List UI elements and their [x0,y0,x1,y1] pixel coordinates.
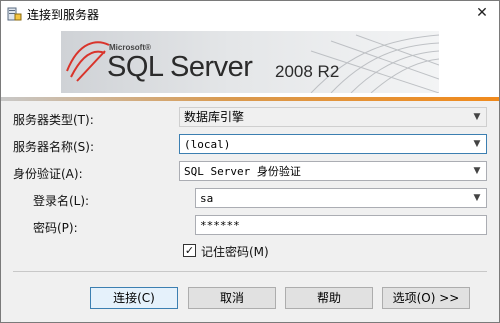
chevron-down-icon: ▼ [473,193,481,203]
chevron-down-icon: ▼ [473,112,481,122]
connect-dialog: 连接到服务器 ✕ Microsoft® SQL Server 2008 R2 服… [0,0,500,323]
product-banner: Microsoft® SQL Server 2008 R2 [1,27,499,97]
banner-accent-strip [1,97,499,101]
login-label: 登录名(L): [33,194,90,208]
window-title: 连接到服务器 [27,8,100,22]
title-bar: 连接到服务器 ✕ [1,1,499,27]
cancel-button[interactable]: 取消 [188,287,276,309]
divider [13,271,487,272]
server-type-label: 服务器类型(T): [13,113,94,127]
server-name-label: 服务器名称(S): [13,140,95,154]
auth-value: SQL Server 身份验证 [184,165,301,178]
help-button[interactable]: 帮助 [285,287,373,309]
login-value: sa [200,192,214,205]
server-name-combo[interactable]: (local) ▼ [179,134,487,154]
chevron-down-icon: ▼ [473,166,481,176]
server-type-value: 数据库引擎 [184,110,245,124]
remember-password-checkbox[interactable]: ✓ [183,244,196,257]
product-name: SQL Server [107,51,253,83]
connect-button[interactable]: 连接(C) [90,287,178,309]
login-combo[interactable]: sa ▼ [195,188,487,208]
password-value: ****** [200,219,240,232]
close-button[interactable]: ✕ [467,1,497,25]
product-version: 2008 R2 [275,62,340,81]
server-type-select[interactable]: 数据库引擎 ▼ [179,107,487,127]
server-connect-icon [7,7,22,21]
auth-select[interactable]: SQL Server 身份验证 ▼ [179,161,487,181]
chevron-down-icon: ▼ [473,139,481,149]
password-field[interactable]: ****** [195,215,487,235]
password-label: 密码(P): [33,221,78,235]
options-button[interactable]: 选项(O) >> [382,287,470,309]
remember-password-label[interactable]: 记住密码(M) [201,243,269,260]
sql-server-logo: Microsoft® SQL Server 2008 R2 [61,31,439,93]
server-name-value: (local) [184,138,231,151]
auth-label: 身份验证(A): [13,167,83,181]
